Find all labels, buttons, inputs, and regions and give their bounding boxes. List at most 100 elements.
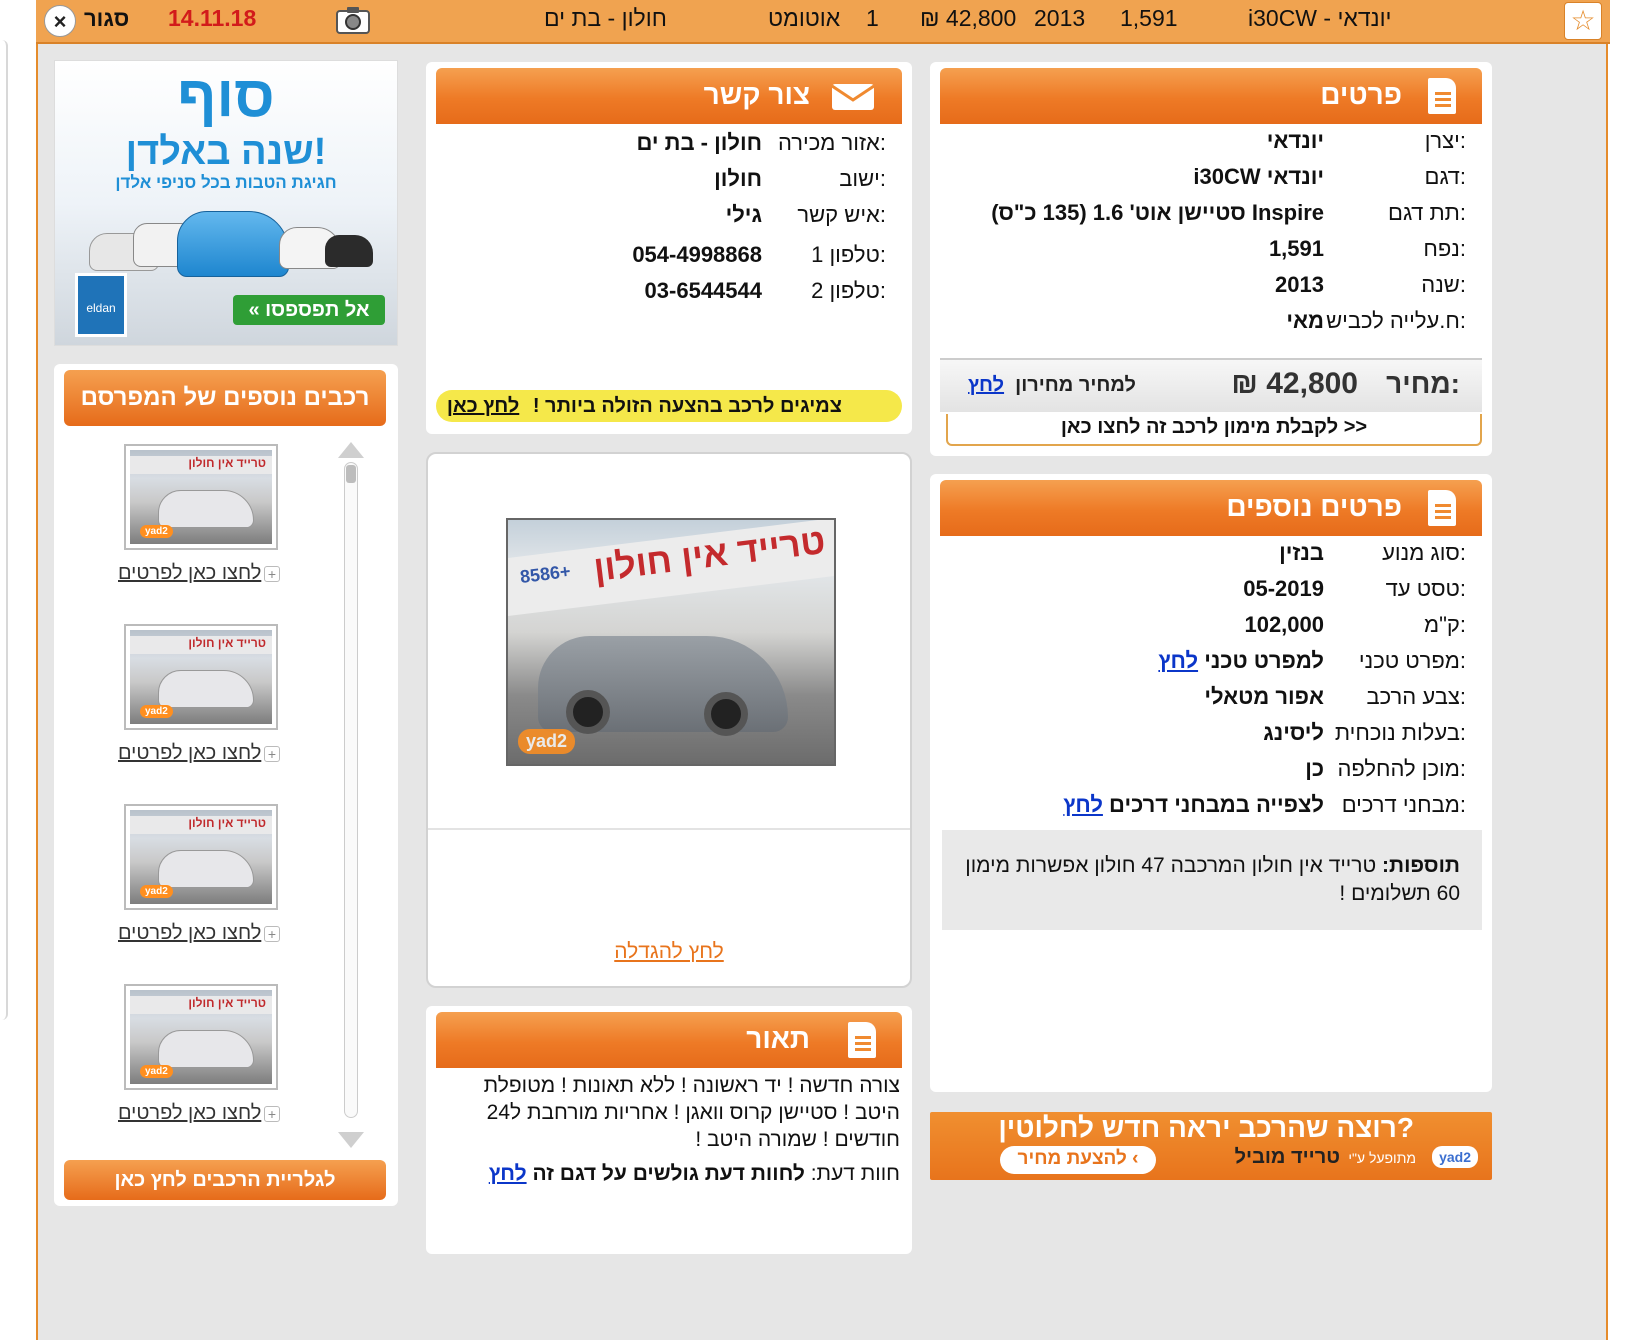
more-detail-row: בעלות נוכחית: ליסינג bbox=[940, 720, 1482, 750]
car-photo[interactable]: טרייד אין חולון 8586+ yad2 bbox=[506, 518, 836, 766]
more-detail-row: מוכן להחלפה: כן bbox=[940, 756, 1482, 786]
trade-brand: טרייד מוביל bbox=[1234, 1146, 1340, 1168]
detail-label: דגם: bbox=[1424, 164, 1466, 189]
scroll-up-icon[interactable] bbox=[336, 440, 366, 460]
contact-label: ישוב: bbox=[839, 166, 886, 191]
eldan-ad-banner[interactable]: סוף שנה באלדן! חגיגת הטבות בכל סניפי אלד… bbox=[54, 60, 398, 346]
sidebar-item-link[interactable]: לחצו כאן לפרטים bbox=[118, 742, 261, 765]
contact-value: 054-4998868 bbox=[632, 242, 762, 267]
more-detail-value: ליסינג bbox=[954, 720, 1324, 746]
thumbnail-image: טרייד אין חולון yad2 bbox=[130, 630, 272, 724]
gallery-button[interactable]: לגלריית הרכבים לחץ כאן bbox=[64, 1160, 386, 1200]
contact-header: צור קשר bbox=[436, 68, 902, 124]
thumbnail-watermark: yad2 bbox=[140, 705, 173, 718]
detail-label: נפח: bbox=[1423, 236, 1466, 261]
description-panel: תאור צורה חדשה ! יד ראשונה ! ללא תאונות … bbox=[426, 1006, 912, 1254]
opinion-text: לחוות דעת גולשים על דגם זה bbox=[532, 1162, 805, 1185]
more-detail-value: לצפייה במבחני דרכים לחץ bbox=[954, 792, 1324, 818]
contact-row: אזור מכירה: חולון - בת ים bbox=[436, 130, 902, 160]
trade-banner[interactable]: רוצה שהרכב יראה חדש לחלוטין? yad2 מתופעל… bbox=[930, 1112, 1492, 1180]
ad-headline-2: שנה באלדן! bbox=[125, 131, 327, 173]
contact-row: איש קשר: גילי bbox=[436, 202, 902, 232]
description-text: צורה חדשה ! יד ראשונה ! ללא תאונות ! מטו… bbox=[483, 1074, 900, 1151]
sidebar-car-thumbnail[interactable]: טרייד אין חולון yad2 bbox=[124, 984, 278, 1090]
thumbnail-sign: טרייד אין חולון bbox=[130, 456, 272, 474]
sidebar-car-thumbnail[interactable]: טרייד אין חולון yad2 bbox=[124, 624, 278, 730]
contact-value: גילי bbox=[725, 202, 762, 227]
sidebar-item-link[interactable]: לחצו כאן לפרטים bbox=[118, 1102, 261, 1125]
thumbnail-car bbox=[158, 1030, 254, 1068]
scroll-down-icon[interactable] bbox=[336, 1130, 366, 1150]
summary-price: 42,800 ₪ bbox=[920, 5, 1017, 31]
details-panel: פרטים יצרן: יונדאי דגם: יונדאי i30CW תת דגם:… bbox=[930, 62, 1492, 456]
camera-icon[interactable] bbox=[334, 3, 372, 37]
detail-value: מאי bbox=[1286, 308, 1324, 333]
sidebar-car-thumbnail[interactable]: טרייד אין חולון yad2 bbox=[124, 804, 278, 910]
thumbnail-image: טרייד אין חולון yad2 bbox=[130, 810, 272, 904]
close-label[interactable]: סגור bbox=[84, 6, 129, 32]
sidebar-item-link[interactable]: לחצו כאן לפרטים bbox=[118, 562, 261, 585]
ad-headline-1: סוף bbox=[177, 64, 275, 129]
details-header: פרטים bbox=[940, 68, 1482, 124]
listing-date: 14.11.18 bbox=[168, 5, 257, 31]
scrollbar-thumb[interactable] bbox=[346, 465, 356, 483]
thumbnail-image: טרייד אין חולון yad2 bbox=[130, 990, 272, 1084]
more-detail-label: מבחני דרכים: bbox=[1341, 792, 1466, 817]
contact-label: איש קשר: bbox=[797, 202, 886, 227]
pricelist-text: למחיר מחירון bbox=[1015, 374, 1136, 396]
detail-row: נפח: 1,591 bbox=[940, 236, 1482, 266]
thumbnail-car bbox=[158, 670, 254, 708]
thumbnail-watermark: yad2 bbox=[140, 885, 173, 898]
contact-row: ישוב: חולון bbox=[436, 166, 902, 196]
sidebar-car-thumbnail[interactable]: טרייד אין חולון yad2 bbox=[124, 444, 278, 550]
sidebar-scrollbar[interactable] bbox=[344, 462, 358, 1118]
more-detail-label: מפרט טכני: bbox=[1358, 648, 1466, 673]
sidebar-item-link[interactable]: לחצו כאן לפרטים bbox=[118, 922, 261, 945]
listing-summary-bar: × סגור 14.11.18 חולון - בת ים אוטומט 1 4… bbox=[36, 0, 1610, 44]
summary-model: יונדאי - i30CW bbox=[1248, 5, 1392, 31]
contact-row: טלפון 2: 03-6544544 bbox=[436, 278, 902, 308]
tires-text: צמיגים לרכב בהצעה הזולה ביותר ! bbox=[532, 395, 842, 417]
opinion-row: חוות דעת: לחוות דעת גולשים על דגם זה לחץ bbox=[466, 1162, 900, 1186]
favorite-star-icon[interactable]: ☆ bbox=[1564, 2, 1602, 40]
plus-icon[interactable]: + bbox=[264, 746, 280, 762]
car-wheel bbox=[566, 690, 610, 734]
pricelist-link[interactable]: לחץ bbox=[968, 374, 1004, 397]
close-icon[interactable]: × bbox=[44, 5, 76, 37]
contact-label: אזור מכירה: bbox=[777, 130, 886, 155]
extras-box: תוספות: טרייד אין חולון המרכבה 47 חולון … bbox=[942, 830, 1482, 930]
contact-title: צור קשר bbox=[703, 79, 810, 110]
finance-button[interactable]: לקבלת מימון לרכב זה לחצו כאן >> bbox=[946, 414, 1482, 446]
enlarge-link[interactable]: לחץ להגדלה bbox=[428, 940, 910, 964]
trade-cta-button[interactable]: להצעת מחיר ‹ bbox=[1000, 1146, 1156, 1174]
more-detail-value: אפור מטאלי bbox=[954, 684, 1324, 710]
summary-gear: אוטומט bbox=[768, 5, 841, 31]
more-detail-value-text: למפרט טכני bbox=[1204, 648, 1324, 673]
plus-icon[interactable]: + bbox=[264, 1106, 280, 1122]
left-window-edge bbox=[0, 40, 8, 1020]
thumbnail-sign: טרייד אין חולון bbox=[130, 636, 272, 654]
ad-subline: חגיגת הטבות בכל סניפי אלדן bbox=[115, 173, 337, 192]
detail-value: 2013 bbox=[1275, 272, 1324, 297]
more-detail-value-text: בנזין bbox=[1279, 540, 1324, 565]
more-detail-value: למפרט טכני לחץ bbox=[954, 648, 1324, 674]
more-detail-label: סוג מנוע: bbox=[1382, 540, 1466, 565]
more-detail-link[interactable]: לחץ bbox=[1158, 648, 1198, 673]
contact-value: 03-6544544 bbox=[644, 278, 762, 303]
more-detail-row: צבע הרכב: אפור מטאלי bbox=[940, 684, 1482, 714]
plus-icon[interactable]: + bbox=[264, 926, 280, 942]
opinion-label: חוות דעת: bbox=[810, 1162, 900, 1185]
detail-row: שנה: 2013 bbox=[940, 272, 1482, 302]
opinion-link[interactable]: לחץ bbox=[489, 1162, 527, 1185]
more-detail-link[interactable]: לחץ bbox=[1063, 792, 1103, 817]
envelope-icon bbox=[831, 84, 875, 110]
price-label: מחיר: bbox=[1386, 368, 1460, 399]
more-detail-row: מבחני דרכים: לצפייה במבחני דרכים לחץ bbox=[940, 792, 1482, 822]
ad-cta-button[interactable]: אל תפספסו » bbox=[233, 295, 385, 325]
more-detail-row: טסט עד: 05-2019 bbox=[940, 576, 1482, 606]
tires-link[interactable]: לחץ כאן bbox=[447, 395, 519, 417]
contact-label: טלפון 2: bbox=[811, 278, 886, 303]
tires-banner[interactable]: צמיגים לרכב בהצעה הזולה ביותר ! לחץ כאן bbox=[436, 390, 902, 422]
plus-icon[interactable]: + bbox=[264, 566, 280, 582]
summary-hand: 1 bbox=[866, 5, 879, 31]
